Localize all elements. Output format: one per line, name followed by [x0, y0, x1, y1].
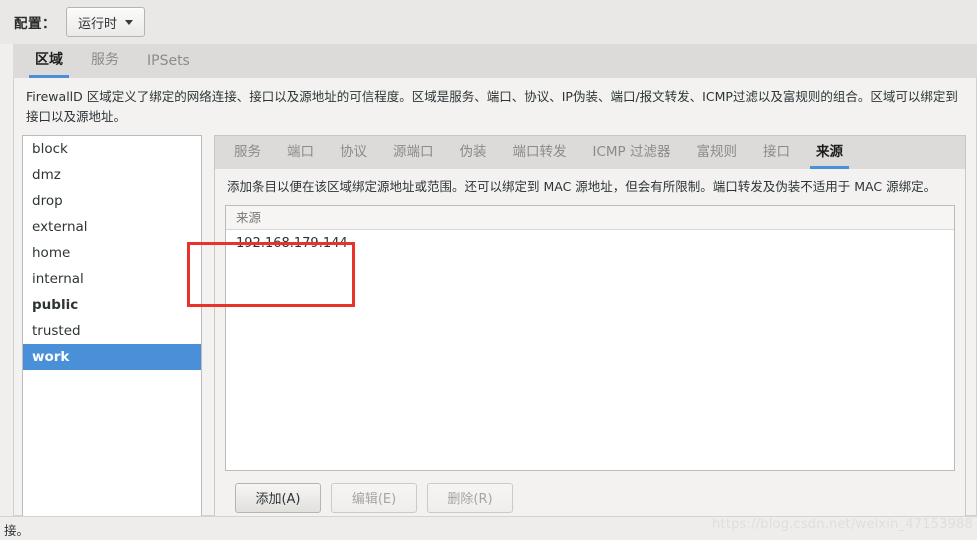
main-tabbar: 区域 服务 IPSets [13, 44, 977, 78]
tab-services-detail[interactable]: 服务 [221, 135, 274, 169]
column-header-source: 来源 [236, 209, 262, 225]
zone-description: FirewallD 区域定义了绑定的网络连接、接口以及源地址的可信程度。区域是服… [26, 89, 958, 125]
tab-port-forwarding-label: 端口转发 [512, 143, 567, 160]
main-notebook: 区域 服务 IPSets FirewallD 区域定义了绑定的网络连接、接口以及… [13, 44, 977, 524]
zone-detail-tabbar: 服务 端口 协议 源端口 伪装 端口转发 ICMP 过滤器 富规则 接口 来源 [214, 134, 966, 169]
tab-interfaces[interactable]: 接口 [750, 135, 803, 169]
tab-masquerade-label: 伪装 [459, 143, 487, 160]
status-bar: 接。 https://blog.csdn.net/weixin_47153988 [0, 516, 977, 540]
tab-ipsets[interactable]: IPSets [133, 49, 204, 78]
zone-detail-notebook: 服务 端口 协议 源端口 伪装 端口转发 ICMP 过滤器 富规则 接口 来源 … [214, 134, 966, 524]
tab-services[interactable]: 服务 [77, 45, 133, 78]
zone-list[interactable]: block dmz drop external home internal pu… [22, 134, 202, 524]
watermark-text: https://blog.csdn.net/weixin_47153988 [712, 517, 973, 532]
sources-action-buttons: 添加(A) 编辑(E) 删除(R) [225, 471, 955, 513]
zone-split-pane: block dmz drop external home internal pu… [14, 134, 976, 524]
edit-button-label: 编辑(E) [351, 492, 397, 507]
tab-ports[interactable]: 端口 [274, 135, 327, 169]
zone-list-item-public[interactable]: public [23, 292, 201, 318]
tab-services-label: 服务 [91, 52, 119, 68]
table-cell-source: 192.168.179.144 [236, 235, 348, 251]
zone-list-item-label: block [32, 140, 68, 157]
remove-button-label: 删除(R) [447, 492, 493, 507]
add-button[interactable]: 添加(A) [235, 482, 321, 513]
tab-source-ports[interactable]: 源端口 [380, 135, 447, 169]
sources-panel-description: 添加条目以便在该区域绑定源地址或范围。还可以绑定到 MAC 源地址，但会有所限制… [227, 178, 937, 194]
tab-sources-label: 来源 [816, 143, 843, 160]
configuration-dropdown-value: 运行时 [78, 16, 118, 32]
zone-list-item-label: public [32, 296, 79, 313]
zone-list-item-label: trusted [32, 322, 81, 339]
zone-list-item-label: drop [32, 192, 63, 209]
main-notebook-body: FirewallD 区域定义了绑定的网络连接、接口以及源地址的可信程度。区域是服… [13, 78, 977, 524]
tab-protocols-label: 协议 [340, 143, 367, 160]
config-bar: 配置： 运行时 [0, 0, 977, 44]
zone-list-item-dmz[interactable]: dmz [23, 162, 201, 188]
remove-button[interactable]: 删除(R) [427, 482, 513, 513]
zone-list-item-home[interactable]: home [23, 240, 201, 266]
table-row[interactable]: 192.168.179.144 [226, 230, 954, 257]
tab-icmp-filter-label: ICMP 过滤器 [592, 143, 671, 160]
zone-list-item-trusted[interactable]: trusted [23, 318, 201, 344]
status-bar-text: 接。 [4, 523, 30, 538]
tab-rich-rules[interactable]: 富规则 [684, 135, 751, 169]
tab-ipsets-label: IPSets [147, 53, 190, 69]
tab-interfaces-label: 接口 [763, 143, 790, 160]
tab-zones[interactable]: 区域 [21, 45, 77, 78]
tab-zones-label: 区域 [35, 52, 63, 68]
add-button-label: 添加(A) [255, 492, 301, 507]
sources-table[interactable]: 来源 192.168.179.144 [225, 204, 955, 471]
chevron-down-icon [125, 19, 134, 25]
zone-list-item-work[interactable]: work [23, 343, 201, 370]
config-label: 配置： [14, 16, 56, 32]
tab-services-detail-label: 服务 [234, 143, 261, 160]
tab-sources[interactable]: 来源 [803, 135, 856, 169]
sources-table-header: 来源 [226, 205, 954, 230]
tab-icmp-filter[interactable]: ICMP 过滤器 [580, 135, 684, 169]
zone-list-item-block[interactable]: block [23, 136, 201, 162]
tab-protocols[interactable]: 协议 [327, 135, 380, 169]
zone-list-item-label: dmz [32, 166, 61, 183]
tab-masquerade[interactable]: 伪装 [447, 135, 500, 169]
zone-list-item-drop[interactable]: drop [23, 188, 201, 214]
edit-button[interactable]: 编辑(E) [331, 482, 417, 513]
tab-port-forwarding[interactable]: 端口转发 [500, 135, 580, 169]
zone-list-item-label: home [32, 244, 71, 261]
zone-list-item-external[interactable]: external [23, 214, 201, 240]
zone-list-item-label: internal [32, 270, 84, 287]
zone-list-item-label: external [32, 218, 88, 235]
tab-source-ports-label: 源端口 [393, 143, 434, 160]
sources-panel: 添加条目以便在该区域绑定源地址或范围。还可以绑定到 MAC 源地址，但会有所限制… [214, 168, 966, 524]
zone-list-item-label: work [32, 348, 70, 365]
zone-list-item-internal[interactable]: internal [23, 266, 201, 292]
configuration-dropdown[interactable]: 运行时 [66, 7, 146, 37]
tab-rich-rules-label: 富规则 [696, 143, 738, 160]
tab-ports-label: 端口 [287, 143, 314, 160]
